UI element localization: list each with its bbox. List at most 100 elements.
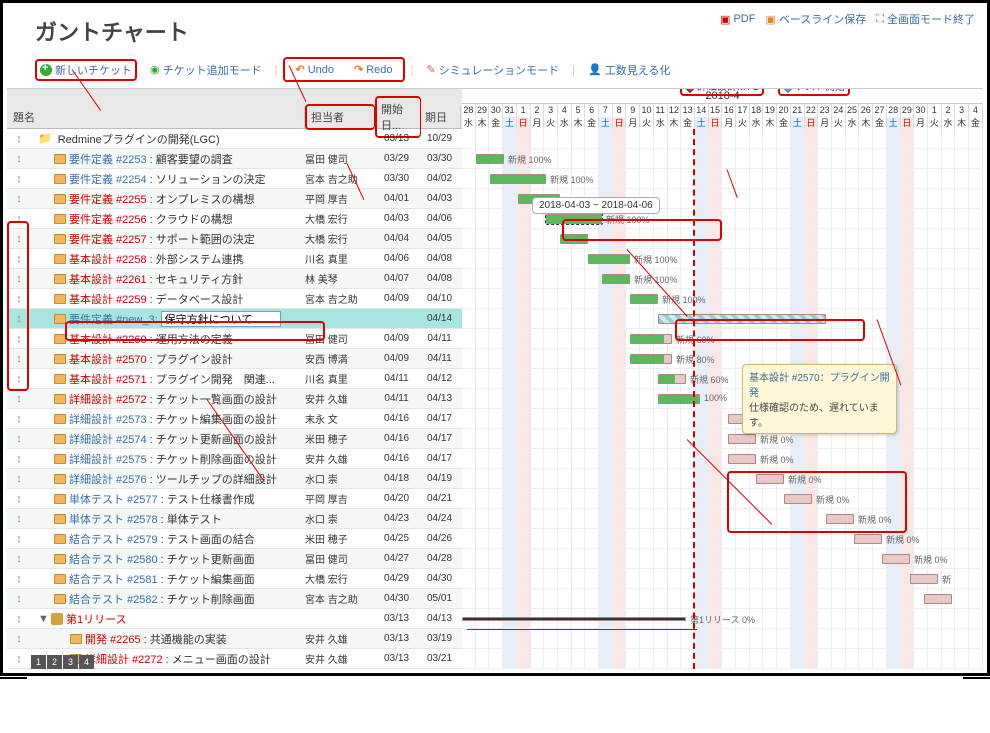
task-row[interactable]: ↕基本設計 #2259: データベース設計宮本 吉之助04/0904/10 [7, 289, 462, 309]
redo-button[interactable]: ↷ Redo [347, 60, 400, 79]
gantt-row[interactable]: 新規 0% [462, 409, 983, 429]
gantt-row[interactable]: 新規 60% [462, 369, 983, 389]
task-row[interactable]: ↕基本設計 #2261: セキュリティ方針林 美琴04/0704/08 [7, 269, 462, 289]
gantt-bar[interactable] [854, 534, 882, 544]
col-end[interactable]: 期日 [421, 106, 461, 128]
drag-handle[interactable]: ↕ [7, 273, 31, 285]
gantt-row[interactable]: 新規 100% [462, 169, 983, 189]
task-row[interactable]: ↕要件定義 #2257: サポート範囲の決定大橋 宏行04/0404/05 [7, 229, 462, 249]
task-row[interactable]: ↕要件定義 #2256: クラウドの構想大橋 宏行04/0304/06 [7, 209, 462, 229]
drag-handle[interactable]: ↕ [7, 453, 31, 465]
gantt-row[interactable]: 第1リリース 0% [462, 609, 983, 629]
drag-handle[interactable]: ↕ [7, 253, 31, 265]
task-row[interactable]: ↕▼第1リリース03/1304/13 [7, 609, 462, 629]
task-row[interactable]: ↕詳細設計 #2574: チケット更新画面の設計米田 穂子04/1604/17 [7, 429, 462, 449]
drag-handle[interactable]: ↕ [7, 233, 31, 245]
task-link[interactable]: 詳細設計 #2573 [69, 411, 147, 427]
tree-toggle[interactable]: ▼ [38, 613, 48, 625]
page-1[interactable]: 1 [31, 655, 46, 669]
drag-handle[interactable]: ↕ [7, 133, 31, 145]
gantt-row[interactable]: 新規 0% [462, 549, 983, 569]
drag-handle[interactable]: ↕ [7, 413, 31, 425]
col-name[interactable]: 題名 [7, 106, 305, 128]
gantt-bar[interactable] [826, 514, 854, 524]
gantt-row[interactable] [462, 229, 983, 249]
task-row[interactable]: ↕結合テスト #2579: テスト画面の結合米田 穂子04/2504/26 [7, 529, 462, 549]
task-link[interactable]: 単体テスト #2578 [69, 511, 158, 527]
task-link[interactable]: 詳細設計 #2572 [69, 391, 147, 407]
drag-handle[interactable]: ↕ [7, 153, 31, 165]
gantt-row[interactable]: 100% [462, 389, 983, 409]
gantt-bar[interactable] [756, 474, 784, 484]
task-link[interactable]: 詳細設計 #2576 [69, 471, 147, 487]
task-link[interactable]: 詳細設計 #2272 [85, 651, 163, 667]
gantt-row[interactable]: 新 [462, 569, 983, 589]
drag-handle[interactable]: ↕ [7, 293, 31, 305]
gantt-row[interactable]: 新規 0% [462, 529, 983, 549]
gantt-row[interactable] [462, 309, 983, 329]
task-link[interactable]: 基本設計 #2261 [69, 271, 147, 287]
task-row[interactable]: ↕基本設計 #2260: 運用方法の定義冨田 健司04/0904/11 [7, 329, 462, 349]
task-name-input[interactable] [161, 311, 281, 327]
baseline-save-link[interactable]: ▣ ベースライン保存 [765, 11, 866, 27]
col-assignee[interactable]: 担当者 [305, 104, 375, 130]
gantt-row[interactable]: 新規 100% [462, 149, 983, 169]
task-row[interactable]: ↕要件定義 #2255: オンプレミスの構想平岡 厚吉04/0104/03 [7, 189, 462, 209]
gantt-row[interactable]: 新規 60% [462, 329, 983, 349]
task-row[interactable]: ↕基本設計 #2570: プラグイン設計安西 博満04/0904/11 [7, 349, 462, 369]
drag-handle[interactable]: ↕ [7, 313, 31, 325]
page-2[interactable]: 2 [47, 655, 62, 669]
drag-handle[interactable]: ↕ [7, 173, 31, 185]
task-row[interactable]: ↕要件定義 #2254: ソリューションの決定宮本 吉之助03/3004/02 [7, 169, 462, 189]
gantt-bar[interactable] [728, 454, 756, 464]
milestone-test-start[interactable]: テスト開始 [778, 89, 850, 96]
gantt-row[interactable]: 新規 100% [462, 289, 983, 309]
task-link[interactable]: 結合テスト #2579 [69, 531, 158, 547]
task-row[interactable]: ↕詳細設計 #2575: チケット削除画面の設計安井 久雄04/1604/17 [7, 449, 462, 469]
drag-handle[interactable]: ↕ [7, 393, 31, 405]
task-link[interactable]: 結合テスト #2581 [69, 571, 158, 587]
gantt-bar[interactable] [784, 494, 812, 504]
add-mode-button[interactable]: ◉ チケット追加モード [143, 59, 269, 81]
page-3[interactable]: 3 [63, 655, 78, 669]
drag-handle[interactable]: ↕ [7, 473, 31, 485]
task-row[interactable]: ↕結合テスト #2581: チケット編集画面大橋 宏行04/2904/30 [7, 569, 462, 589]
drag-handle[interactable]: ↕ [7, 433, 31, 445]
task-link[interactable]: 詳細設計 #2575 [69, 451, 147, 467]
gantt-bar[interactable] [910, 574, 938, 584]
drag-handle[interactable]: ↕ [7, 553, 31, 565]
task-link[interactable]: 基本設計 #2258 [69, 251, 147, 267]
milestone-design-mtg[interactable]: 詳細設計MTG [680, 89, 764, 96]
pdf-link[interactable]: ▣ PDF [720, 11, 755, 27]
task-link[interactable]: 基本設計 #2259 [69, 291, 147, 307]
gantt-row[interactable]: 新規 0% [462, 489, 983, 509]
gantt-bar[interactable] [658, 314, 826, 324]
simulation-button[interactable]: ✎ シミュレーションモード [419, 59, 566, 81]
task-link[interactable]: 開発 #2265 [85, 631, 141, 647]
gantt-row[interactable]: 新規 0% [462, 469, 983, 489]
drag-handle[interactable]: ↕ [7, 373, 31, 385]
task-row[interactable]: ↕結合テスト #2580: チケット更新画面冨田 健司04/2704/28 [7, 549, 462, 569]
summary-bar[interactable] [462, 617, 686, 621]
task-row[interactable]: ↕詳細設計 #2573: チケット編集画面の設計末永 文04/1604/17 [7, 409, 462, 429]
page-4[interactable]: 4 [79, 655, 94, 669]
task-link[interactable]: 基本設計 #2571 [69, 371, 147, 387]
task-row[interactable]: ↕単体テスト #2577: テスト仕様書作成平岡 厚吉04/2004/21 [7, 489, 462, 509]
undo-button[interactable]: ↶ Undo [288, 60, 341, 79]
gantt-bar[interactable] [882, 554, 910, 564]
task-link[interactable]: 要件定義 #2257 [69, 231, 147, 247]
drag-handle[interactable]: ↕ [7, 533, 31, 545]
task-link[interactable]: 第1リリース [66, 611, 127, 627]
task-link[interactable]: 単体テスト #2577 [69, 491, 158, 507]
gantt-row[interactable]: 新規 0% [462, 509, 983, 529]
task-row[interactable]: ↕基本設計 #2258: 外部システム連携川名 真里04/0604/08 [7, 249, 462, 269]
exit-fullscreen-link[interactable]: ⛶ 全画面モード終了 [876, 11, 975, 27]
gantt-row[interactable] [462, 629, 983, 649]
task-row[interactable]: ↕結合テスト #2582: チケット削除画面宮本 吉之助04/3005/01 [7, 589, 462, 609]
drag-handle[interactable]: ↕ [7, 493, 31, 505]
task-link[interactable]: 結合テスト #2580 [69, 551, 158, 567]
task-link[interactable]: 要件定義 #2253 [69, 151, 147, 167]
gantt-row[interactable]: 新規 80% [462, 349, 983, 369]
task-link[interactable]: 要件定義 #2254 [69, 171, 147, 187]
task-link[interactable]: 詳細設計 #2574 [69, 431, 147, 447]
